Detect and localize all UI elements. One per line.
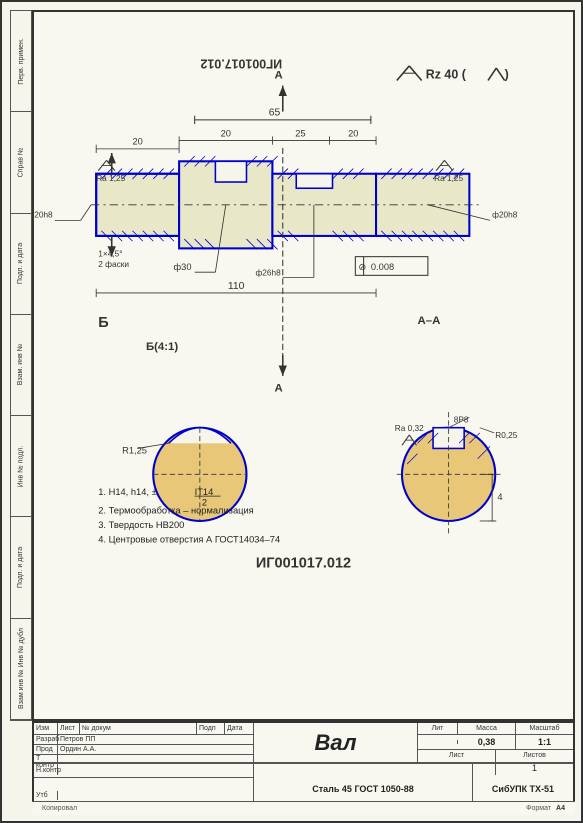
strip-label-vzam-inv: Взам инв № Инв № дубл [18,628,25,709]
strip-label-perv: Перв. примен. [18,38,25,85]
utv-label: Утб [34,791,58,800]
strip-label-inv: Инв № подл. [18,445,25,487]
format-label: Формат [526,805,551,812]
svg-text:ф20h8: ф20h8 [34,209,53,219]
svg-text:R0,25: R0,25 [495,430,517,440]
svg-text:ИГ001017.012: ИГ001017.012 [256,556,351,572]
svg-text:3. Твердость НВ200: 3. Твердость НВ200 [98,520,184,530]
mass-value: 0,38 [458,735,516,749]
razrab-label: Разраб [34,735,58,744]
strip-podp1: Подп. и дата [11,214,31,315]
masshtab-label: Масштаб [516,723,573,734]
svg-text:65: 65 [269,108,281,119]
svg-text:Ra 1,25: Ra 1,25 [434,173,463,183]
document-title: Вал [314,730,356,756]
razrab-name: Петров ПП [58,735,253,744]
svg-text:): ) [505,67,509,81]
svg-text:Б: Б [98,315,108,331]
date-label-h: Дата [225,723,253,734]
list-label: Лист [58,723,80,734]
mass-label: Масса [458,723,516,734]
format-value: А4 [556,805,565,812]
svg-text:Rz 40 (: Rz 40 ( [426,67,467,81]
svg-text:1. Н14, h14, ±: 1. Н14, h14, ± [98,487,156,497]
strip-perv: Перв. примен. [11,11,31,112]
svg-text:Б(4:1): Б(4:1) [146,341,178,353]
prover-name: Ордин А.А. [58,745,253,754]
svg-text:20: 20 [348,128,358,138]
sheet-label-r: Лист [418,750,496,761]
scale-value: 1:1 [516,735,573,749]
strip-sprav: Справ № [11,112,31,213]
svg-text:ф26h8: ф26h8 [255,267,281,277]
strip-label-podp2: Подп. и дата [18,547,25,588]
technical-drawing-svg: ИГ001017.012 Rz 40 ( ) А [34,12,573,719]
svg-text:А: А [274,382,282,394]
svg-text:ф20h8: ф20h8 [492,209,518,219]
svg-text:0.008: 0.008 [371,262,394,272]
svg-text:А–А: А–А [418,315,441,327]
ra-symbol-left: Ra 1,25 [96,160,125,183]
strip-label-sprav: Справ № [18,148,25,178]
izm-label: Изм [34,723,58,734]
drawing-area: ИГ001017.012 Rz 40 ( ) А [32,10,575,721]
svg-text:2. Термообработка – нормализа: 2. Термообработка – нормализация [98,506,253,516]
strip-label-vzam: Взам. инв № [18,344,25,385]
strip-vzam: Взам. инв № [11,315,31,416]
section-arrow-a-top: А [274,69,286,111]
svg-text:20: 20 [221,128,231,138]
svg-text:А: А [274,69,282,81]
sheets-label-r: Листов [496,750,573,761]
section-aa-view: 8P8 R0,25 Ra 0,32 4 [395,412,518,536]
title-main: Вал [254,723,418,762]
svg-text:20: 20 [132,137,142,147]
strip-vzam-inv: Взам инв № Инв № дубл [11,619,31,720]
strip-inv: Инв № подл. [11,416,31,517]
organization-value: СибУПК ТХ-51 [492,784,554,794]
title-top-row: Изм Лист № докум Подп Дата Разраб Петров… [34,723,573,763]
strip-podp2: Подп. и дата [11,517,31,618]
svg-text:110: 110 [228,281,245,292]
left-strip: Перв. примен. Справ № Подп. и дата Взам.… [10,10,32,721]
doc-number-top: ИГ001017.012 [200,57,282,71]
nkontr-label: Н.контр [34,766,58,775]
lit-label: Лит [418,723,458,734]
svg-text:IT14: IT14 [195,487,214,497]
strip-label-podp1: Подп. и дата [18,243,25,284]
svg-text:ф30: ф30 [174,262,192,272]
copy-format-row: Копировал Формат А4 [32,801,575,815]
svg-text:⊘: ⊘ [358,262,366,272]
podp-label-h: Подп [197,723,225,734]
svg-text:Ra 0,32: Ra 0,32 [395,423,424,433]
svg-text:2 фаски: 2 фаски [98,259,129,269]
roughness-symbol-main: Rz 40 ( ) [397,66,509,81]
svg-text:8P8: 8P8 [454,415,469,425]
material-value: Сталь 45 ГОСТ 1050-88 [312,784,413,794]
svg-text:25: 25 [295,128,305,138]
doc-label: № докум [80,723,197,734]
svg-text:4. Центровые отверстия А ГОСТ: 4. Центровые отверстия А ГОСТ14034–74 [98,535,280,545]
svg-text:Ra 1,25: Ra 1,25 [96,173,125,183]
kopiroval-label: Копировал [42,805,77,812]
page: Перв. примен. Справ № Подп. и дата Взам.… [0,0,583,823]
svg-text:4: 4 [497,492,502,502]
ra-symbol-right: Ra 1,25 [434,160,463,183]
